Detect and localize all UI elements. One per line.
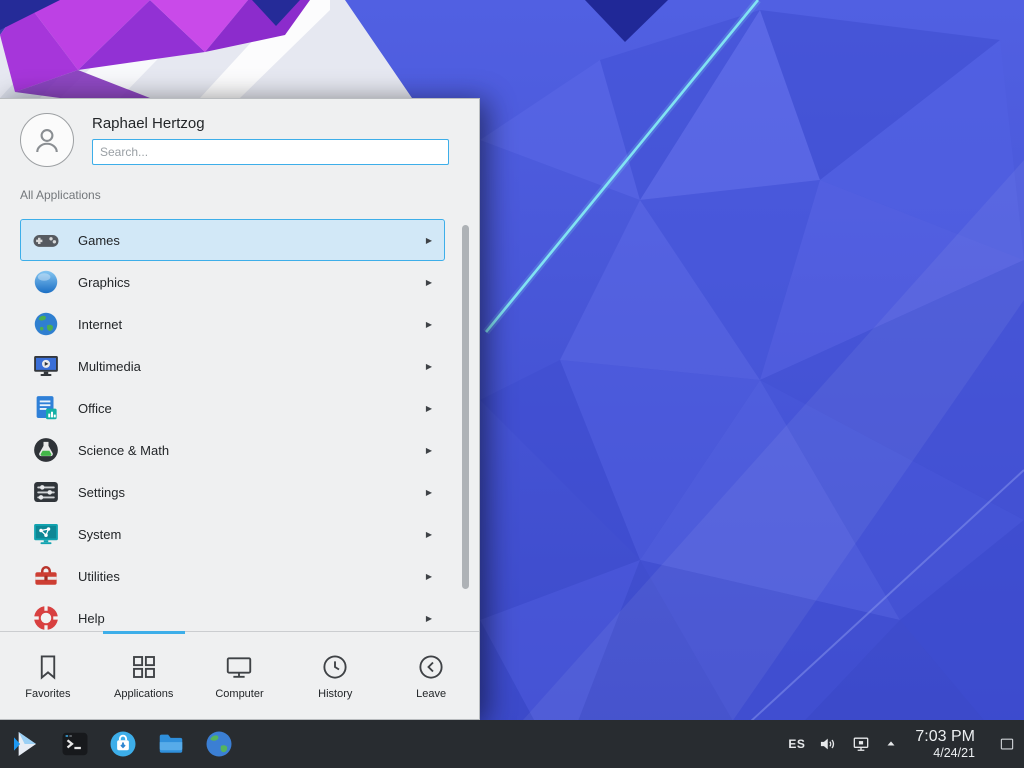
settings-icon <box>31 477 61 507</box>
category-label: System <box>78 527 121 542</box>
chevron-right-icon: ▶ <box>426 572 434 581</box>
volume-icon[interactable] <box>818 734 838 754</box>
category-label: Internet <box>78 317 122 332</box>
help-icon <box>31 603 61 631</box>
kickoff-icon <box>10 728 42 760</box>
launcher-button[interactable] <box>6 722 46 766</box>
web-browser-button[interactable] <box>202 722 236 766</box>
tab-computer[interactable]: Computer <box>192 632 288 719</box>
keyboard-layout-indicator[interactable]: ES <box>788 737 805 751</box>
system-tray: ES 7:03 PM 4/24/21 <box>788 720 1020 768</box>
category-row[interactable]: Graphics ▶ <box>20 261 445 303</box>
clock-time: 7:03 PM <box>915 728 975 746</box>
leave-icon <box>416 652 446 682</box>
clock[interactable]: 7:03 PM 4/24/21 <box>915 728 975 761</box>
user-name: Raphael Hertzog <box>92 113 449 132</box>
utilities-icon <box>31 561 61 591</box>
tab-leave[interactable]: Leave <box>383 632 479 719</box>
tab-bar: Favorites Applications Computer History … <box>0 631 479 719</box>
category-label: Science & Math <box>78 443 169 458</box>
category-row[interactable]: System ▶ <box>20 513 445 555</box>
category-row[interactable]: Internet ▶ <box>20 303 445 345</box>
internet-icon <box>31 309 61 339</box>
search-input[interactable] <box>92 139 449 165</box>
chevron-right-icon: ▶ <box>426 614 434 623</box>
application-launcher: Raphael Hertzog All Applications Games ▶… <box>0 98 480 720</box>
graphics-icon <box>31 267 61 297</box>
category-row[interactable]: Utilities ▶ <box>20 555 445 597</box>
category-label: Utilities <box>78 569 120 584</box>
system-icon <box>31 519 61 549</box>
category-row[interactable]: Settings ▶ <box>20 471 445 513</box>
category-label: Graphics <box>78 275 130 290</box>
category-label: Office <box>78 401 112 416</box>
chevron-right-icon: ▶ <box>426 530 434 539</box>
tab-label: Favorites <box>25 689 70 700</box>
section-label: All Applications <box>20 185 479 205</box>
games-icon <box>31 225 61 255</box>
taskbar: ES 7:03 PM 4/24/21 <box>0 720 1024 768</box>
multimedia-icon <box>31 351 61 381</box>
chevron-right-icon: ▶ <box>426 446 434 455</box>
chevron-right-icon: ▶ <box>426 320 434 329</box>
taskbar-apps <box>58 722 236 766</box>
launcher-header: Raphael Hertzog <box>0 99 479 179</box>
browser-icon <box>204 729 234 759</box>
files-icon <box>156 729 186 759</box>
history-icon <box>320 652 350 682</box>
category-label: Games <box>78 233 120 248</box>
category-label: Multimedia <box>78 359 141 374</box>
category-list: Games ▶ Graphics ▶ Internet ▶ Multimedia… <box>0 219 479 631</box>
terminal-button[interactable] <box>58 722 92 766</box>
computer-icon <box>224 652 254 682</box>
tab-history[interactable]: History <box>287 632 383 719</box>
scrollbar-track[interactable] <box>462 225 469 625</box>
avatar <box>20 113 74 167</box>
network-icon[interactable] <box>851 734 871 754</box>
user-icon <box>29 122 65 158</box>
show-desktop-button[interactable] <box>994 720 1020 768</box>
tab-applications[interactable]: Applications <box>96 632 192 719</box>
science-icon <box>31 435 61 465</box>
tab-label: Leave <box>416 689 446 700</box>
scrollbar-thumb[interactable] <box>462 225 469 589</box>
category-row[interactable]: Games ▶ <box>20 219 445 261</box>
chevron-right-icon: ▶ <box>426 404 434 413</box>
clock-date: 4/24/21 <box>933 746 975 760</box>
tab-label: History <box>318 689 352 700</box>
category-row[interactable]: Office ▶ <box>20 387 445 429</box>
category-label: Settings <box>78 485 125 500</box>
applications-icon <box>129 652 159 682</box>
tab-label: Computer <box>215 689 263 700</box>
tab-favorites[interactable]: Favorites <box>0 632 96 719</box>
tab-label: Applications <box>114 689 173 700</box>
show-desktop-icon <box>998 735 1016 753</box>
file-manager-button[interactable] <box>154 722 188 766</box>
favorites-icon <box>33 652 63 682</box>
category-label: Help <box>78 611 105 626</box>
office-icon <box>31 393 61 423</box>
tray-expand-icon[interactable] <box>884 737 898 751</box>
category-row[interactable]: Help ▶ <box>20 597 445 631</box>
chevron-right-icon: ▶ <box>426 236 434 245</box>
chevron-right-icon: ▶ <box>426 278 434 287</box>
discover-icon <box>108 729 138 759</box>
chevron-right-icon: ▶ <box>426 488 434 497</box>
category-row[interactable]: Multimedia ▶ <box>20 345 445 387</box>
chevron-right-icon: ▶ <box>426 362 434 371</box>
konsole-icon <box>60 729 90 759</box>
discover-button[interactable] <box>106 722 140 766</box>
category-row[interactable]: Science & Math ▶ <box>20 429 445 471</box>
